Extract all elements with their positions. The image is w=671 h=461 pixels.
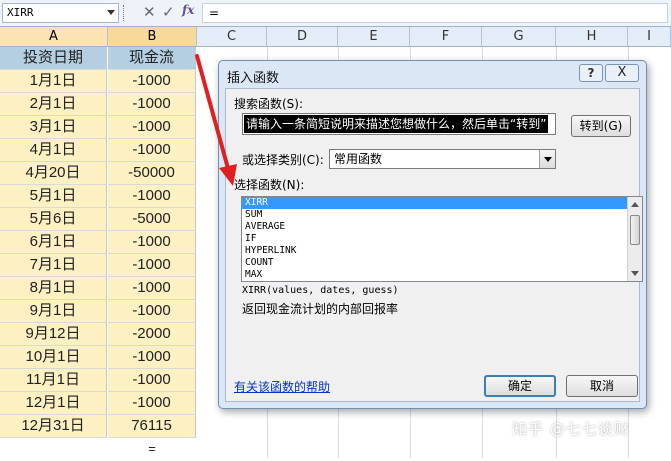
name-box[interactable]: XIRR [2, 3, 119, 23]
table-cell-cashflow[interactable]: -1000 [108, 139, 196, 162]
scroll-up-icon[interactable] [631, 202, 639, 207]
table-cell-cashflow[interactable]: -1000 [108, 70, 196, 93]
list-item-selected[interactable]: XIRR [242, 197, 627, 209]
formula-bar: XIRR ✕ ✓ fx = [0, 0, 671, 27]
table-cell-cashflow[interactable]: -1000 [108, 254, 196, 277]
table-cell-cashflow[interactable]: -1000 [108, 277, 196, 300]
table-cell-date[interactable]: 8月1日 [0, 277, 107, 300]
table-cell-date[interactable]: 4月1日 [0, 139, 107, 162]
close-button[interactable]: X [605, 64, 639, 82]
go-button[interactable]: 转到(G) [571, 115, 631, 137]
table-cell-cashflow[interactable]: -1000 [108, 369, 196, 392]
table-cell-cashflow[interactable]: -1000 [108, 392, 196, 415]
column-header-a[interactable]: A [0, 27, 108, 47]
table-cell-cashflow[interactable]: -2000 [108, 323, 196, 346]
column-header-i[interactable]: I [628, 27, 671, 47]
chevron-down-icon[interactable] [539, 150, 555, 168]
category-select[interactable]: 常用函数 [329, 149, 556, 169]
table-cell-cashflow[interactable]: -1000 [108, 185, 196, 208]
table-cell-date[interactable]: 5月6日 [0, 208, 107, 231]
column-header-c[interactable]: C [197, 27, 267, 47]
name-box-value: XIRR [7, 6, 34, 19]
formula-input[interactable]: = [202, 3, 668, 23]
list-item[interactable]: SUM [242, 209, 627, 221]
function-description: 返回现金流计划的内部回报率 [242, 302, 399, 316]
chevron-down-icon[interactable] [107, 10, 115, 15]
table-cell-date[interactable]: 11月1日 [0, 369, 107, 392]
column-header-d[interactable]: D [267, 27, 338, 47]
column-header-g[interactable]: G [482, 27, 556, 47]
function-list[interactable]: XIRR SUM AVERAGE IF HYPERLINK COUNT MAX [241, 196, 643, 282]
table-cell-cashflow[interactable]: -5000 [108, 208, 196, 231]
insert-function-dialog: 插入函数 ? X 搜索函数(S): 请输入一条简短说明来描述您想做什么，然后单击… [218, 60, 647, 409]
table-cell-date[interactable]: 5月1日 [0, 185, 107, 208]
table-cell-cashflow[interactable]: -1000 [108, 93, 196, 116]
list-item[interactable]: COUNT [242, 257, 627, 269]
list-item[interactable]: AVERAGE [242, 221, 627, 233]
confirm-entry-icon[interactable]: ✓ [162, 3, 175, 21]
table-cell-date[interactable]: 1月1日 [0, 70, 107, 93]
list-item[interactable]: IF [242, 233, 627, 245]
cancel-entry-icon[interactable]: ✕ [143, 3, 156, 21]
help-button[interactable]: ? [579, 64, 603, 82]
table-header-cashflow[interactable]: 现金流 [108, 47, 196, 70]
table-cell-date[interactable]: 10月1日 [0, 346, 107, 369]
table-cell-date[interactable]: 12月1日 [0, 392, 107, 415]
category-select-value: 常用函数 [334, 152, 383, 166]
cancel-button[interactable]: 取消 [566, 375, 638, 397]
search-input[interactable]: 请输入一条简短说明来描述您想做什么，然后单击“转到” [242, 113, 556, 135]
table-header-date[interactable]: 投资日期 [0, 47, 107, 70]
function-list-label: 选择函数(N): [234, 178, 305, 192]
table-cell-cashflow[interactable]: -1000 [108, 300, 196, 323]
table-cell-cashflow[interactable]: -1000 [108, 116, 196, 139]
table-cell-date[interactable]: 12月31日 [0, 415, 107, 438]
formula-bar-separator [123, 5, 125, 21]
column-header-f[interactable]: F [410, 27, 482, 47]
table-cell-date[interactable]: 9月1日 [0, 300, 107, 323]
table-cell-cashflow[interactable]: -1000 [108, 231, 196, 254]
list-item[interactable]: HYPERLINK [242, 245, 627, 257]
dialog-body: 搜索函数(S): 请输入一条简短说明来描述您想做什么，然后单击“转到” 转到(G… [225, 88, 643, 402]
table-cell-cashflow[interactable]: -50000 [108, 162, 196, 185]
table-cell-cashflow[interactable]: 76115 [108, 415, 196, 438]
table-cell-date[interactable]: 3月1日 [0, 116, 107, 139]
watermark: 知乎 @七七谈财 [512, 420, 630, 438]
ok-button[interactable]: 确定 [484, 375, 556, 397]
table-cell-date[interactable]: 4月20日 [0, 162, 107, 185]
category-label: 或选择类别(C): [242, 153, 324, 167]
search-input-text: 请输入一条简短说明来描述您想做什么，然后单击“转到” [244, 115, 549, 133]
table-cell-cashflow[interactable]: -1000 [108, 346, 196, 369]
table-cell-date[interactable]: 6月1日 [0, 231, 107, 254]
search-label: 搜索函数(S): [234, 97, 304, 111]
insert-function-icon[interactable]: fx [182, 3, 194, 17]
list-item[interactable]: MAX [242, 269, 627, 281]
table-cell-date[interactable]: 2月1日 [0, 93, 107, 116]
function-signature: XIRR(values, dates, guess) [242, 285, 399, 296]
column-header-h[interactable]: H [556, 27, 628, 47]
table-cell-date[interactable]: 7月1日 [0, 254, 107, 277]
scroll-down-icon[interactable] [631, 271, 639, 276]
function-help-link[interactable]: 有关该函数的帮助 [234, 378, 330, 395]
column-header-b[interactable]: B [108, 27, 197, 47]
dialog-title: 插入函数 [227, 71, 280, 86]
scroll-thumb[interactable] [630, 215, 640, 245]
column-header-e[interactable]: E [338, 27, 410, 47]
table-cell-date[interactable]: 9月12日 [0, 323, 107, 346]
list-scrollbar[interactable] [627, 197, 642, 281]
